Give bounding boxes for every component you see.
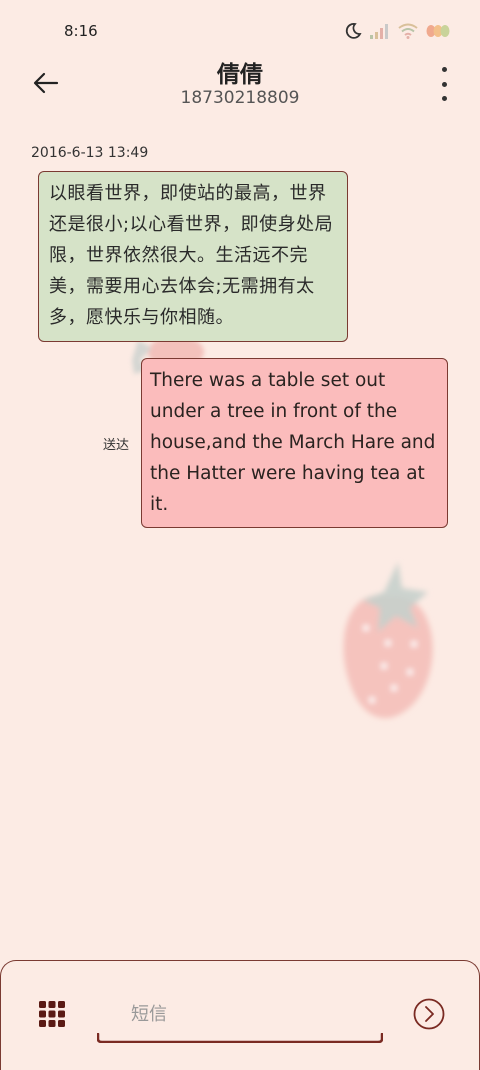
wifi-icon xyxy=(398,23,418,39)
compose-bar xyxy=(0,960,480,1070)
outgoing-message-bubble[interactable]: There was a table set out under a tree i… xyxy=(141,358,448,528)
contact-name: 倩倩 xyxy=(217,62,263,88)
status-icons xyxy=(344,20,452,42)
conversation-header: 倩倩 18730218809 xyxy=(0,55,480,115)
sms-input[interactable] xyxy=(97,989,383,1039)
signal-icon xyxy=(370,24,388,39)
status-time: 8:16 xyxy=(64,22,98,40)
sms-input-wrapper xyxy=(97,989,383,1043)
battery-icon xyxy=(426,25,450,37)
moon-icon xyxy=(345,23,362,39)
incoming-message-bubble[interactable]: 以眼看世界，即使站的最高，世界还是很小;以心看世界，即使身处局限，世界依然很大。… xyxy=(38,171,348,342)
contact-number: 18730218809 xyxy=(180,88,300,108)
send-chevron-icon[interactable] xyxy=(413,998,445,1030)
message-timestamp: 2016-6-13 13:49 xyxy=(31,145,149,161)
more-vertical-icon xyxy=(441,67,447,72)
grid-icon[interactable] xyxy=(39,1001,65,1027)
delivery-status: 送达 xyxy=(103,438,130,453)
strawberry-decoration-large xyxy=(343,562,433,719)
more-options-button[interactable] xyxy=(436,67,452,101)
status-bar: 8:16 xyxy=(0,0,480,60)
input-underline xyxy=(97,1033,383,1043)
